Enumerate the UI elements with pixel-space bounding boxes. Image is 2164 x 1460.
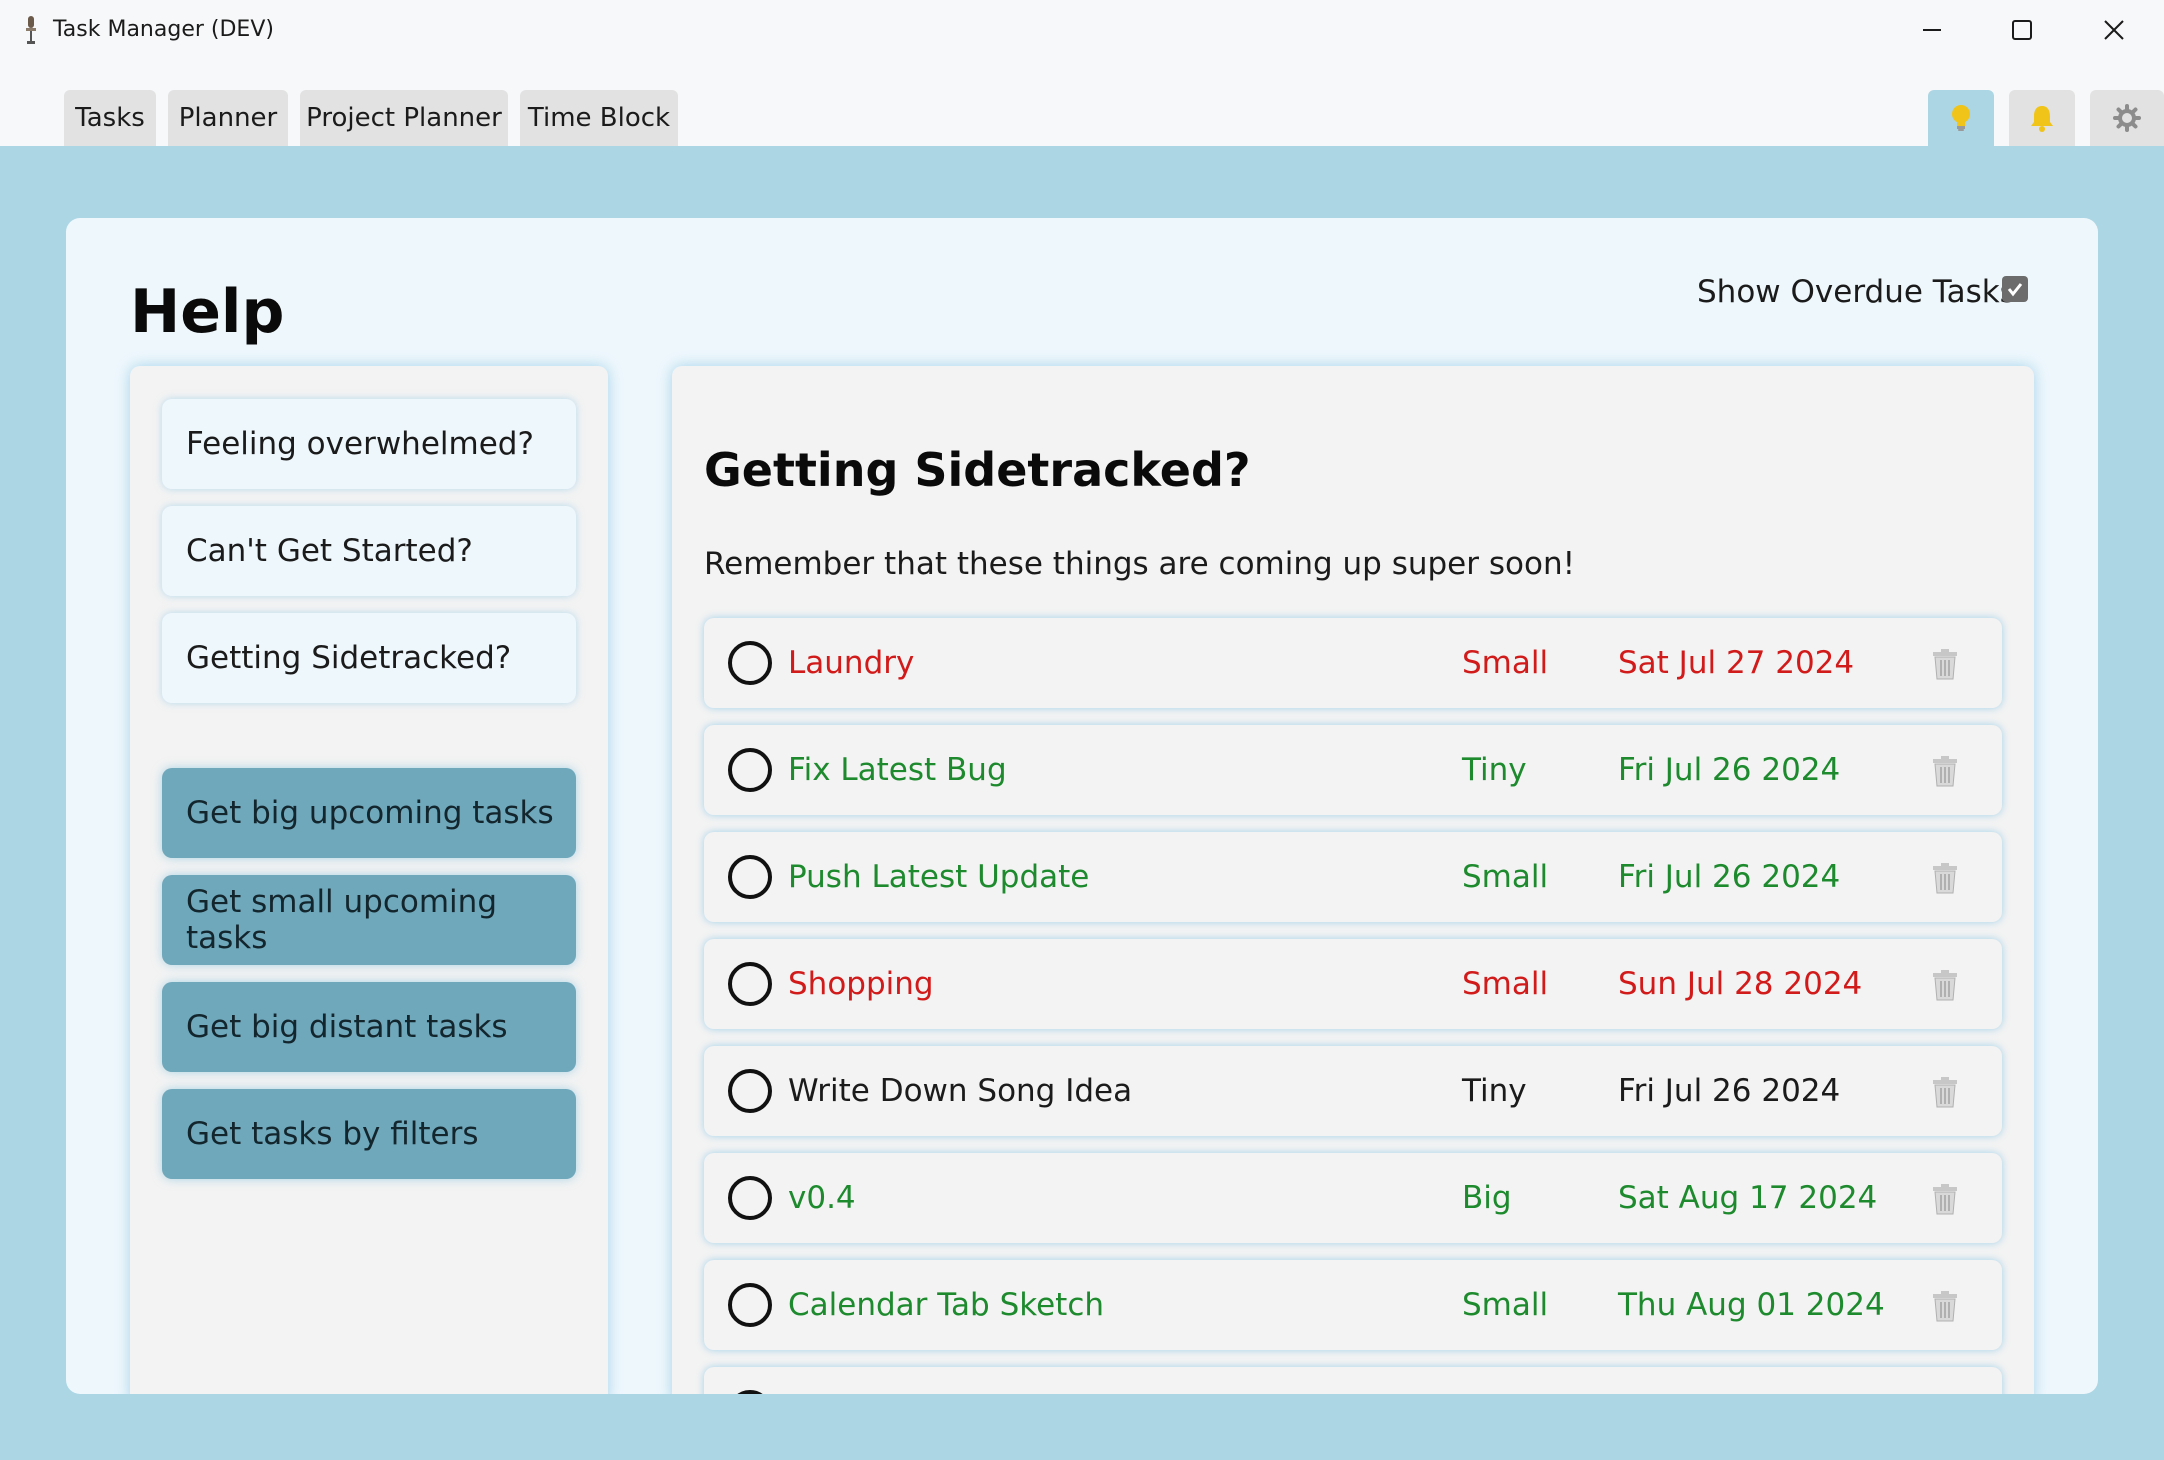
show-overdue-label: Show Overdue Tasks — [1697, 274, 2016, 310]
task-name[interactable]: Shopping — [788, 963, 934, 1005]
get-tasks-by-filters-button[interactable]: Get tasks by filters — [162, 1089, 576, 1179]
task-size: Small — [1462, 966, 1549, 1002]
tab-settings[interactable] — [2090, 90, 2164, 146]
task-row: Calendar Tab Sketch Small Thu Aug 01 202… — [704, 1260, 2002, 1350]
maximize-icon — [2012, 20, 2032, 40]
task-row: Fix Latest Bug Tiny Fri Jul 26 2024 — [704, 725, 2002, 815]
tab-planner[interactable]: Planner — [168, 90, 288, 146]
task-date: Sat Aug 17 2024 — [1618, 1180, 1878, 1216]
task-date: Sun Jul 28 2024 — [1618, 966, 1863, 1002]
task-row: Push Latest Update Small Fri Jul 26 2024 — [704, 832, 2002, 922]
trash-icon[interactable] — [1930, 1183, 1960, 1215]
panel-title: Getting Sidetracked? — [704, 443, 1251, 497]
task-complete-toggle[interactable] — [728, 1176, 772, 1220]
microphone-app-icon — [26, 16, 36, 44]
task-row: Laundry Small Sat Jul 27 2024 — [704, 618, 2002, 708]
trash-icon[interactable] — [1930, 1290, 1960, 1322]
get-big-upcoming-tasks-button[interactable]: Get big upcoming tasks — [162, 768, 576, 858]
trash-icon[interactable] — [1930, 755, 1960, 787]
tab-strip: Tasks Planner Project Planner Time Block — [0, 62, 2164, 146]
task-size: Small — [1462, 1287, 1549, 1323]
window-title: Task Manager (DEV) — [53, 17, 274, 42]
task-complete-toggle[interactable] — [728, 641, 772, 685]
task-complete-toggle[interactable] — [728, 1069, 772, 1113]
trash-icon[interactable] — [1930, 969, 1960, 1001]
task-complete-toggle[interactable] — [728, 962, 772, 1006]
task-complete-toggle[interactable] — [728, 855, 772, 899]
task-name[interactable]: Fix Latest Bug — [788, 749, 1007, 791]
task-size: Tiny — [1462, 752, 1527, 788]
task-date: Fri Jul 26 2024 — [1618, 752, 1841, 788]
close-icon — [2104, 20, 2124, 40]
minimize-button[interactable] — [1900, 8, 1964, 52]
page-title: Help — [130, 277, 285, 347]
help-content-panel: Getting Sidetracked? Remember that these… — [672, 366, 2034, 1406]
show-overdue-checkbox[interactable] — [2002, 276, 2028, 302]
maximize-button[interactable] — [1990, 8, 2054, 52]
task-row: Write Down Song Idea Tiny Fri Jul 26 202… — [704, 1046, 2002, 1136]
lightbulb-icon — [1952, 105, 1970, 131]
task-size: Small — [1462, 859, 1549, 895]
task-name[interactable]: v0.4 — [788, 1177, 856, 1219]
bell-icon — [2031, 106, 2053, 132]
tab-time-block[interactable]: Time Block — [520, 90, 678, 146]
tab-tasks[interactable]: Tasks — [64, 90, 156, 146]
trash-icon[interactable] — [1930, 862, 1960, 894]
task-size: Small — [1462, 645, 1549, 681]
task-size: Tiny — [1462, 1073, 1527, 1109]
panel-subtitle: Remember that these things are coming up… — [704, 546, 1576, 582]
task-complete-toggle[interactable] — [728, 748, 772, 792]
task-name[interactable]: Calendar Tab Sketch — [788, 1284, 1104, 1326]
trash-icon[interactable] — [1930, 648, 1960, 680]
help-topic-feeling-overwhelmed[interactable]: Feeling overwhelmed? — [162, 399, 576, 489]
task-date: Sat Jul 27 2024 — [1618, 645, 1855, 681]
gear-icon — [2113, 104, 2141, 132]
get-big-distant-tasks-button[interactable]: Get big distant tasks — [162, 982, 576, 1072]
task-name[interactable]: Laundry — [788, 642, 914, 684]
tab-help[interactable] — [1928, 90, 1994, 146]
task-date: Thu Aug 01 2024 — [1618, 1287, 1885, 1323]
tab-project-planner[interactable]: Project Planner — [300, 90, 508, 146]
tab-notifications[interactable] — [2009, 90, 2075, 146]
checkmark-icon — [2007, 283, 2023, 297]
get-small-upcoming-tasks-button[interactable]: Get small upcoming tasks — [162, 875, 576, 965]
task-name[interactable]: Write Down Song Idea — [788, 1070, 1132, 1112]
task-row: Shopping Small Sun Jul 28 2024 — [704, 939, 2002, 1029]
title-bar: Task Manager (DEV) — [0, 0, 2164, 62]
bottom-background — [0, 1394, 2164, 1460]
task-name[interactable]: Push Latest Update — [788, 856, 1089, 898]
task-date: Fri Jul 26 2024 — [1618, 859, 1841, 895]
task-row: v0.4 Big Sat Aug 17 2024 — [704, 1153, 2002, 1243]
trash-icon[interactable] — [1930, 1076, 1960, 1108]
minimize-icon — [1923, 29, 1941, 31]
help-topic-cant-get-started[interactable]: Can't Get Started? — [162, 506, 576, 596]
task-complete-toggle[interactable] — [728, 1283, 772, 1327]
close-button[interactable] — [2082, 8, 2146, 52]
task-size: Big — [1462, 1180, 1512, 1216]
help-topic-getting-sidetracked[interactable]: Getting Sidetracked? — [162, 613, 576, 703]
task-date: Fri Jul 26 2024 — [1618, 1073, 1841, 1109]
